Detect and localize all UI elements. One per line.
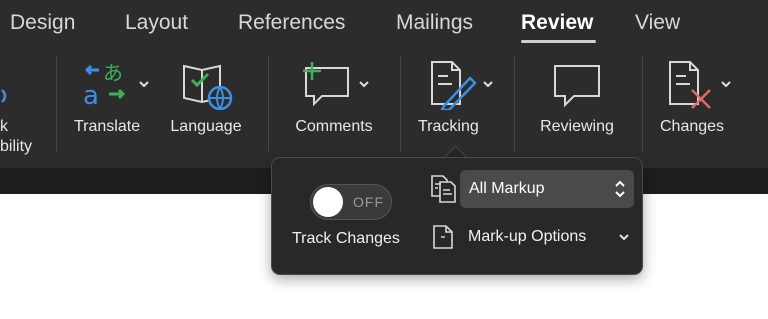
group-divider bbox=[56, 56, 57, 152]
markup-options-button[interactable]: Mark-up Options bbox=[432, 220, 632, 254]
tab-design[interactable]: Design bbox=[10, 8, 75, 38]
active-tab-indicator bbox=[521, 40, 596, 43]
markup-options-label: Mark-up Options bbox=[468, 228, 587, 245]
chevron-down-icon[interactable] bbox=[482, 80, 494, 88]
tracking-button[interactable]: Tracking bbox=[416, 56, 500, 158]
display-for-review-value: All Markup bbox=[469, 180, 545, 197]
group-divider bbox=[400, 56, 401, 152]
check-accessibility-button[interactable]: k bility bbox=[0, 56, 44, 158]
translate-icon: あ a bbox=[83, 61, 126, 108]
reviewing-button[interactable]: Reviewing bbox=[530, 56, 624, 158]
chevron-down-icon[interactable] bbox=[358, 80, 370, 88]
toggle-state-text: OFF bbox=[353, 194, 384, 210]
changes-button[interactable]: Changes bbox=[656, 56, 740, 158]
comments-label: Comments bbox=[295, 118, 373, 135]
group-divider bbox=[642, 56, 643, 152]
translate-label: Translate bbox=[74, 118, 141, 135]
changes-label: Changes bbox=[660, 118, 725, 135]
language-button[interactable]: Language bbox=[164, 56, 248, 158]
group-divider bbox=[268, 56, 269, 152]
language-label: Language bbox=[170, 118, 242, 135]
chevron-down-icon bbox=[619, 234, 629, 241]
svg-text:あ: あ bbox=[103, 61, 123, 85]
ribbon: Design Layout References Mailings Review… bbox=[0, 0, 768, 168]
track-changes-label: Track Changes bbox=[292, 230, 400, 247]
accessibility-icon bbox=[1, 89, 7, 103]
reviewing-label: Reviewing bbox=[540, 118, 614, 135]
tab-view[interactable]: View bbox=[635, 8, 680, 38]
chevron-down-icon[interactable] bbox=[138, 80, 150, 88]
tab-review[interactable]: Review bbox=[521, 8, 593, 38]
language-icon bbox=[183, 64, 233, 110]
tab-mailings[interactable]: Mailings bbox=[396, 8, 473, 38]
chevron-down-icon[interactable] bbox=[720, 80, 732, 88]
display-for-review-icon bbox=[431, 175, 456, 203]
reviewing-pane-icon bbox=[554, 65, 600, 108]
accept-reject-changes-icon bbox=[669, 61, 711, 109]
track-changes-icon bbox=[431, 61, 477, 110]
tab-references[interactable]: References bbox=[238, 8, 345, 38]
document-icon bbox=[433, 225, 453, 249]
group-divider bbox=[514, 56, 515, 152]
accessibility-label-line1: k bbox=[0, 118, 8, 135]
track-changes-toggle[interactable]: OFF bbox=[310, 184, 392, 220]
new-comment-icon bbox=[303, 62, 349, 107]
svg-text:a: a bbox=[83, 81, 99, 108]
toggle-knob[interactable] bbox=[313, 187, 343, 217]
tracking-label: Tracking bbox=[418, 118, 479, 135]
tracking-popover: OFF Track Changes All Markup Mark-up Opt… bbox=[271, 157, 643, 275]
translate-button[interactable]: あ a Translate bbox=[74, 56, 156, 158]
comments-button[interactable]: Comments bbox=[286, 56, 382, 158]
display-for-review-select[interactable]: All Markup bbox=[460, 170, 634, 208]
select-stepper-icon bbox=[615, 180, 625, 198]
accessibility-label-line2: bility bbox=[0, 138, 33, 155]
tab-layout[interactable]: Layout bbox=[125, 8, 188, 38]
